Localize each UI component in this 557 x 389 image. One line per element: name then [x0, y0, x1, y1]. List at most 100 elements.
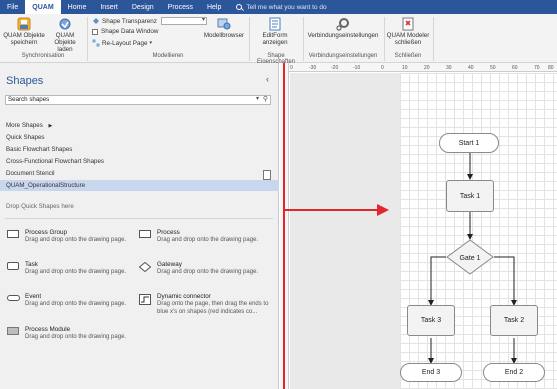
- ribbon-tab-bar: File QUAM Home Insert Design Process Hel…: [0, 0, 557, 14]
- shape-desc: Drag and drop onto the drawing page.: [25, 334, 127, 340]
- shape-name: Process: [157, 229, 180, 236]
- ruler-label: 0: [290, 65, 293, 71]
- search-icon[interactable]: ⚲: [263, 96, 268, 104]
- group-label-modellieren: Modellieren: [152, 53, 184, 59]
- group-label-verbindungseinstellungen: Verbindungseinstellungen: [308, 53, 378, 59]
- shape-task[interactable]: Task Drag and drop onto the drawing page…: [5, 261, 135, 283]
- shape-transparency-label: Shape Transparenz: [102, 17, 157, 25]
- save-objects-button[interactable]: QUAM Objekte speichern: [2, 15, 46, 46]
- shape-data-window-row[interactable]: Shape Data Window: [92, 28, 158, 35]
- flow-gate-node[interactable]: Gate 1: [446, 239, 494, 275]
- shape-data-window-checkbox[interactable]: [92, 28, 98, 35]
- stencil-quam-operational[interactable]: QUAM_OperationalStructure: [0, 180, 279, 191]
- close-modeler-label: QUAM Modeler schließen: [386, 32, 430, 46]
- rectangle-icon: [139, 230, 151, 238]
- shape-desc: Drag and drop onto the drawing page.: [157, 237, 259, 243]
- shape-desc: Drag and drop onto the drawing page.: [25, 237, 127, 243]
- modellbrowser-button[interactable]: Modellbrowser: [202, 15, 246, 39]
- shape-transparency-row[interactable]: Shape Transparenz: [92, 16, 207, 25]
- shape-data-window-label: Shape Data Window: [101, 28, 159, 35]
- flow-task2-node[interactable]: Task 2: [490, 305, 538, 336]
- diamond-icon: [139, 262, 151, 272]
- shape-transparency-combo[interactable]: [160, 16, 207, 25]
- search-shapes-text: Search shapes: [8, 96, 50, 103]
- close-modeler-button[interactable]: QUAM Modeler schließen: [386, 15, 430, 46]
- group-separator: [433, 17, 434, 61]
- shape-process-group[interactable]: Process Group Drag and drop onto the dra…: [5, 229, 135, 251]
- load-objects-icon: [59, 18, 71, 30]
- ruler-label: 0: [381, 65, 384, 71]
- stencil-quick-shapes[interactable]: Quick Shapes: [0, 132, 279, 143]
- load-objects-button[interactable]: QUAM Objekte laden: [46, 15, 84, 53]
- ribbon: QUAM Objekte speichern QUAM Objekte lade…: [0, 14, 557, 65]
- shape-desc: Drag and drop onto the drawing page.: [25, 269, 127, 275]
- shape-name: Event: [25, 293, 42, 300]
- pill-icon: [7, 295, 20, 301]
- shape-gateway[interactable]: Gateway Drag and drop onto the drawing p…: [137, 261, 267, 283]
- tab-quam[interactable]: QUAM: [25, 0, 61, 14]
- ruler-label: 80: [548, 65, 554, 71]
- save-objects-icon: [17, 17, 31, 31]
- search-shapes-input[interactable]: Search shapes ▾ ⚲: [5, 95, 271, 105]
- modellbrowser-icon: [217, 18, 231, 30]
- shape-dynamic-connector[interactable]: Dynamic connector Drag onto the page, th…: [137, 293, 268, 325]
- divider: [5, 218, 273, 219]
- flow-gate-label: Gate 1: [459, 255, 480, 262]
- shape-name: Process Module: [25, 326, 71, 333]
- ruler-label: 40: [468, 65, 474, 71]
- flow-task1-node[interactable]: Task 1: [446, 180, 494, 212]
- stencil-more-shapes[interactable]: More Shapes ▶: [0, 120, 279, 131]
- flow-end2-node[interactable]: End 2: [483, 363, 545, 382]
- editform-button[interactable]: EditForm anzeigen: [252, 15, 298, 46]
- verbindungseinstellungen-button[interactable]: Verbindungseinstellungen: [305, 15, 381, 39]
- shape-desc: Drag and drop onto the drawing page.: [25, 301, 127, 307]
- stencil-basic-flowchart[interactable]: Basic Flowchart Shapes: [0, 144, 279, 155]
- tab-home[interactable]: Home: [61, 0, 94, 14]
- group-label-synchronisation: Synchronisation: [21, 53, 65, 59]
- load-objects-label: QUAM Objekte laden: [54, 32, 76, 53]
- shape-event[interactable]: Event Drag and drop onto the drawing pag…: [5, 293, 135, 315]
- search-icon: [236, 4, 243, 10]
- rectangle-icon: [7, 230, 19, 238]
- flow-end3-node[interactable]: End 3: [400, 363, 462, 382]
- ruler-label: 20: [424, 65, 430, 71]
- shapes-pane-title: Shapes: [6, 75, 44, 87]
- modellbrowser-label: Modellbrowser: [203, 32, 245, 39]
- save-objects-label: QUAM Objekte speichern: [3, 32, 45, 46]
- relayout-page-button[interactable]: Re-Layout Page ▾: [92, 39, 152, 47]
- tab-process[interactable]: Process: [161, 0, 200, 14]
- ruler-label: 70: [534, 65, 540, 71]
- editform-icon: [269, 17, 281, 31]
- shapes-pane: Shapes ‹ Search shapes ▾ ⚲ More Shapes ▶…: [0, 63, 279, 389]
- close-modeler-icon: [402, 17, 414, 31]
- tab-insert[interactable]: Insert: [93, 0, 125, 14]
- tell-me-box[interactable]: Tell me what you want to do: [236, 0, 327, 14]
- ruler-label: 30: [446, 65, 452, 71]
- shape-desc: Drag onto the page, then drag the ends t…: [157, 301, 269, 315]
- chevron-down-icon: ▾: [149, 40, 153, 46]
- stencil-cross-functional[interactable]: Cross-Functional Flowchart Shapes: [0, 156, 279, 167]
- flow-start-node[interactable]: Start 1: [439, 133, 499, 153]
- shape-process-module[interactable]: Process Module Drag and drop onto the dr…: [5, 326, 135, 348]
- shape-desc: Drag and drop onto the drawing page.: [157, 269, 259, 275]
- collapse-pane-icon[interactable]: ‹: [266, 74, 269, 84]
- tab-help[interactable]: Help: [200, 0, 228, 14]
- annotation-red-line: [283, 63, 285, 389]
- connector-icon: [139, 294, 151, 305]
- document-icon[interactable]: [263, 170, 271, 180]
- shape-name: Process Group: [25, 229, 67, 236]
- ruler-label: -10: [353, 65, 360, 71]
- tab-design[interactable]: Design: [125, 0, 161, 14]
- flow-task3-node[interactable]: Task 3: [407, 305, 455, 336]
- ruler-label: -30: [309, 65, 316, 71]
- tab-file[interactable]: File: [0, 0, 25, 14]
- annotation-arrow: [285, 204, 389, 216]
- horizontal-ruler: 0 -30 -20 -10 0 10 20 30 40 50 60 70 80: [289, 63, 557, 72]
- verbindungseinstellungen-label: Verbindungseinstellungen: [307, 32, 379, 39]
- stencil-document[interactable]: Document Stencil: [0, 168, 279, 179]
- ruler-label: -20: [331, 65, 338, 71]
- chevron-down-icon[interactable]: ▾: [256, 95, 259, 103]
- shape-process[interactable]: Process Drag and drop onto the drawing p…: [137, 229, 267, 251]
- stencil-label: More Shapes: [6, 122, 43, 129]
- chevron-right-icon: ▶: [48, 123, 53, 129]
